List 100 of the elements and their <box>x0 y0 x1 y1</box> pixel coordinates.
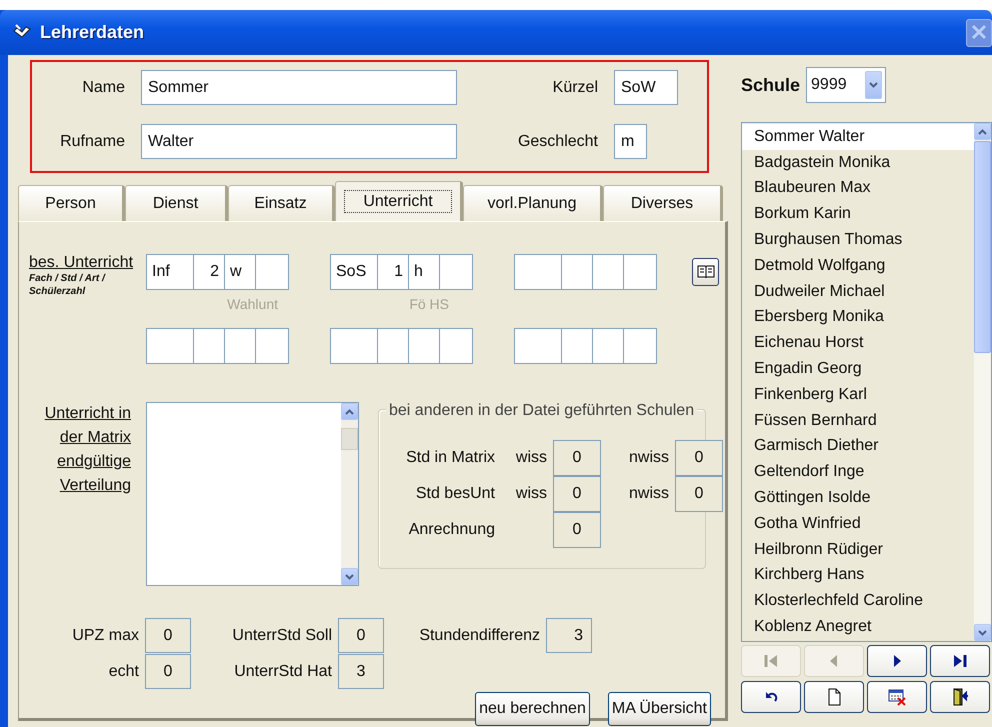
scrollbar[interactable] <box>974 123 991 641</box>
input-field[interactable] <box>623 328 657 364</box>
tab[interactable]: vorl.Planung <box>463 185 603 221</box>
input-field[interactable] <box>623 254 657 290</box>
list-item[interactable]: Füssen Bernhard <box>742 408 974 434</box>
close-button[interactable] <box>966 18 992 46</box>
delete-record-icon <box>888 688 906 706</box>
list-item[interactable]: Badgastein Monika <box>742 150 974 176</box>
book-button[interactable] <box>692 258 719 286</box>
input-field[interactable]: Walter <box>141 124 457 159</box>
new-button[interactable] <box>804 681 864 713</box>
field-label: nwiss <box>628 449 669 466</box>
field-label: Std besUnt <box>414 484 495 504</box>
input-field[interactable] <box>255 254 289 290</box>
input-field[interactable] <box>561 328 593 364</box>
matrix-link[interactable]: Unterricht in der Matrix endgültige Verteilung <box>19 402 131 498</box>
list-item[interactable]: Göttingen Isolde <box>742 485 974 511</box>
scrollbar[interactable] <box>341 403 358 585</box>
book-icon <box>696 264 714 280</box>
list-item[interactable]: Burghausen Thomas <box>742 227 974 253</box>
school-dropdown[interactable]: 9999 <box>806 67 886 103</box>
hint-text: Fach / Std / Art / Schülerzahl <box>29 272 106 298</box>
input-field[interactable] <box>377 328 409 364</box>
list-item[interactable]: Engadin Georg <box>742 356 974 382</box>
field-label: Kürzel <box>552 78 598 98</box>
field-label: Stundendifferenz <box>418 626 540 646</box>
list-item[interactable]: Blaubeuren Max <box>742 176 974 202</box>
tab[interactable]: Diverses <box>603 185 723 221</box>
field-label: nwiss <box>628 485 669 502</box>
last-icon <box>951 652 969 670</box>
action-button[interactable]: neu berechnen <box>475 692 590 726</box>
delete-button[interactable] <box>867 681 927 713</box>
list-item[interactable]: Sommer Walter <box>742 124 974 150</box>
input-field[interactable]: SoW <box>614 70 678 105</box>
text-area[interactable] <box>146 402 359 586</box>
chevron-down-icon <box>978 630 987 636</box>
action-button[interactable]: MA Übersicht <box>608 692 711 726</box>
caption-text: Fö HS <box>409 296 449 312</box>
input-field[interactable]: w <box>224 254 256 290</box>
input-field[interactable] <box>561 254 593 290</box>
scroll-thumb[interactable] <box>974 141 991 353</box>
input-field[interactable]: 2 <box>193 254 225 290</box>
tab[interactable]: Unterricht <box>335 181 463 221</box>
list-item[interactable]: Detmold Wolfgang <box>742 252 974 279</box>
value-field: 0 <box>675 440 723 476</box>
input-field[interactable]: h <box>408 254 440 290</box>
input-field[interactable] <box>408 328 440 364</box>
tab[interactable]: Dienst <box>125 185 228 221</box>
list-item[interactable]: Garmisch Diether <box>742 434 974 460</box>
value-field: 0 <box>553 512 601 548</box>
field-label: Geschlecht <box>516 132 598 152</box>
list-item[interactable]: Borkum Karin <box>742 201 974 228</box>
field-label: UPZ max <box>71 626 139 646</box>
exit-button[interactable] <box>930 681 990 713</box>
list-item[interactable]: Ebersberg Monika <box>742 304 974 330</box>
undo-button[interactable] <box>741 681 801 713</box>
input-field[interactable] <box>439 254 473 290</box>
input-field[interactable] <box>439 328 473 364</box>
list-item[interactable]: Geltendorf Inge <box>742 459 974 486</box>
input-field[interactable] <box>193 328 225 364</box>
input-field[interactable]: SoS <box>330 254 378 290</box>
input-field[interactable] <box>255 328 289 364</box>
last-button[interactable] <box>930 645 990 677</box>
input-field[interactable] <box>592 328 624 364</box>
list-item[interactable]: Klosterlechfeld Caroline <box>742 588 974 614</box>
input-field[interactable] <box>224 328 256 364</box>
list-item[interactable]: Eichenau Horst <box>742 330 974 356</box>
chevron-up-icon <box>345 408 354 414</box>
input-field[interactable]: 1 <box>377 254 409 290</box>
chevron-down-icon <box>869 82 878 88</box>
scroll-thumb[interactable] <box>341 428 358 450</box>
first-icon <box>762 652 780 670</box>
list-item[interactable]: Finkenberg Karl <box>742 382 974 408</box>
list-item[interactable]: Dudweiler Michael <box>742 278 974 305</box>
field-label: wiss <box>516 449 547 466</box>
input-field[interactable] <box>146 328 194 364</box>
value-field: 0 <box>338 618 384 653</box>
field-label: echt <box>108 662 139 682</box>
chevron-up-icon <box>978 128 987 134</box>
value-field: 0 <box>553 440 601 476</box>
value-field: 3 <box>338 654 384 689</box>
list-item[interactable]: Heilbronn Rüdiger <box>742 536 974 563</box>
field-label: Schule <box>741 74 800 96</box>
input-field[interactable] <box>514 254 562 290</box>
input-field[interactable] <box>514 328 562 364</box>
tab[interactable]: Einsatz <box>228 185 335 221</box>
input-field[interactable]: Inf <box>146 254 194 290</box>
input-field[interactable]: Sommer <box>141 70 457 105</box>
input-field[interactable] <box>330 328 378 364</box>
tab[interactable]: Person <box>18 185 125 221</box>
window-title: Lehrerdaten <box>40 21 144 44</box>
field-label: Std in Matrix <box>405 448 495 468</box>
value-field: 0 <box>145 654 191 689</box>
input-field[interactable] <box>592 254 624 290</box>
list-item[interactable]: Kirchberg Hans <box>742 562 974 588</box>
next-button[interactable] <box>867 645 927 677</box>
value-field: 0 <box>145 618 191 653</box>
list-item[interactable]: Koblenz Anegret <box>742 614 974 640</box>
input-field[interactable]: m <box>614 124 647 159</box>
list-item[interactable]: Gotha Winfried <box>742 510 974 537</box>
